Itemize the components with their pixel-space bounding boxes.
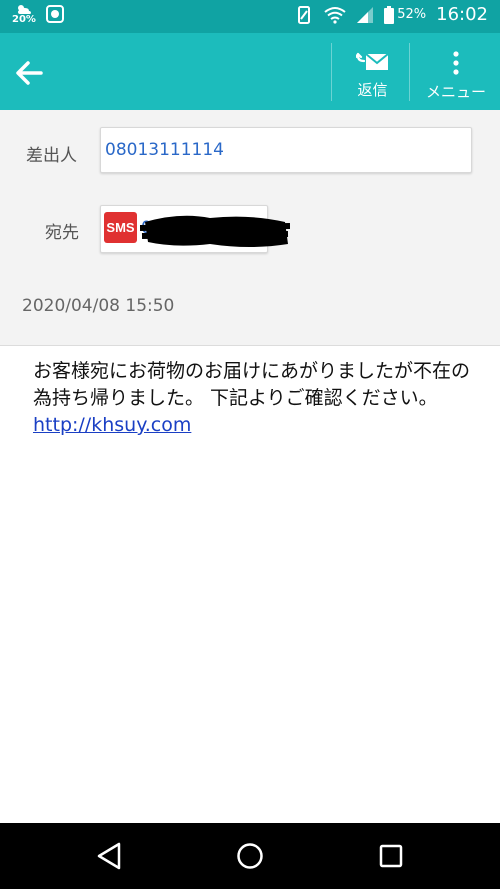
weather-indicator: 20% (12, 3, 36, 25)
nav-recents-icon[interactable] (375, 840, 407, 872)
recipient-label: 宛先 (45, 223, 79, 243)
menu-label: メニュー (425, 83, 486, 101)
navigation-bar (0, 823, 500, 889)
signal-icon (357, 6, 374, 23)
status-right: 52% 16:02 (294, 4, 488, 25)
wifi-icon (324, 6, 346, 24)
nav-back-icon[interactable] (94, 840, 126, 872)
battery-percent: 52% (397, 7, 427, 22)
status-left: 20% (12, 3, 66, 25)
clock: 16:02 (436, 4, 488, 25)
auto-rotate-icon (298, 5, 311, 24)
back-button[interactable] (10, 53, 50, 93)
reply-label: 返信 (357, 81, 388, 99)
message-body: お客様宛にお荷物のお届けにあがりましたが不在の為持ち帰りました。 下記よりご確認… (33, 358, 473, 439)
sms-badge: SMS (104, 212, 137, 243)
menu-button[interactable]: メニュー (415, 51, 497, 102)
sender-number: 08013111114 (105, 140, 224, 160)
sender-chip[interactable]: 08013111114 (100, 127, 472, 173)
message-header: 差出人 08013111114 宛先 SMS 0 2020/04/08 15:5… (0, 110, 500, 346)
more-vertical-icon (453, 51, 459, 75)
redaction-scribble (140, 215, 290, 247)
weather-percent: 20% (12, 14, 36, 25)
app-bar-divider (331, 43, 332, 101)
notification-icon (45, 5, 64, 23)
app-bar-divider (409, 43, 410, 101)
status-bar: 20% 52% 16:02 (0, 0, 500, 33)
message-date: 2020/04/08 15:50 (22, 296, 175, 316)
arrow-left-icon (16, 61, 43, 85)
reply-button[interactable]: 返信 (345, 51, 400, 100)
battery-icon (384, 5, 395, 24)
battery: 52% (384, 5, 427, 24)
message-text: お客様宛にお荷物のお届けにあがりましたが不在の為持ち帰りました。 下記よりご確認… (33, 360, 471, 409)
reply-mail-icon (354, 52, 389, 70)
message-link[interactable]: http://khsuy.com (33, 414, 191, 436)
nav-home-icon[interactable] (234, 840, 266, 872)
app-bar: 返信 メニュー (0, 33, 500, 110)
sender-label: 差出人 (26, 146, 77, 166)
